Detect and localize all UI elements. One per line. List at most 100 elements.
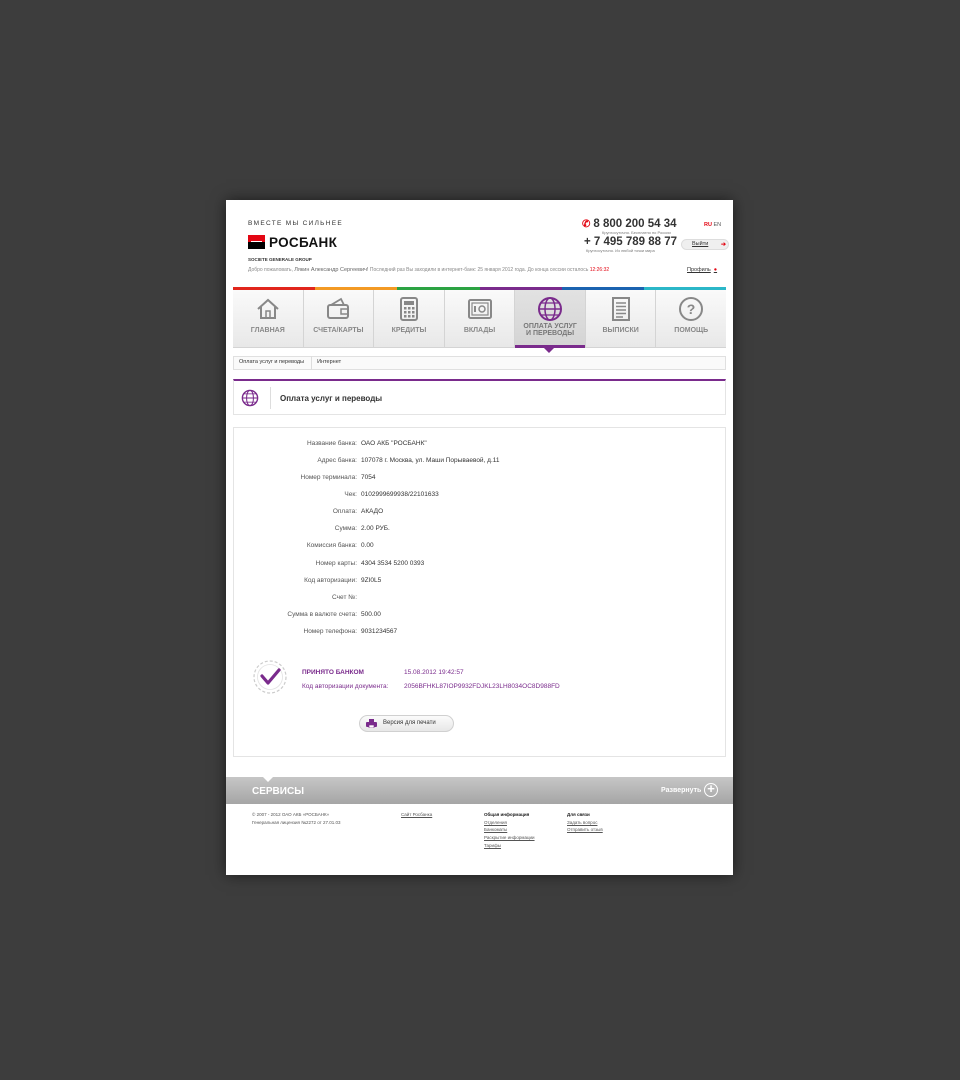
receipt-label: Код авторизации:: [304, 577, 357, 584]
profile-arrow-icon: ●: [713, 267, 718, 273]
footer-contact-title: Для связи: [567, 812, 590, 817]
session-timer: 12:26:32: [589, 267, 610, 273]
receipt-value: 9031234567: [361, 628, 398, 635]
lang-en[interactable]: EN: [713, 222, 721, 228]
document-icon: [611, 297, 630, 321]
nav-label-payments: ОПЛАТА УСЛУГ И ПЕРЕВОДЫ: [523, 323, 577, 337]
receipt-value: 9ZI0L5: [361, 577, 382, 584]
nav-label-home: ГЛАВНАЯ: [250, 327, 285, 334]
phone-world-note: Круглосуточно. Из любой точки мира: [586, 248, 655, 253]
group-name: SOCIETE GENERALE GROUP: [248, 257, 312, 262]
nav-label-deposits: ВКЛАДЫ: [463, 327, 496, 334]
help-icon: ?: [679, 297, 704, 321]
nav-label-help: ПОМОЩЬ: [674, 327, 709, 334]
receipt-label: Комиссия банка:: [306, 542, 357, 549]
home-icon: [257, 298, 279, 319]
calculator-icon: [399, 297, 418, 321]
receipt-label: Номер карты:: [315, 560, 357, 567]
logout-label: Выйти: [692, 241, 709, 247]
services-bar: СЕРВИСЫ Развернуть +: [226, 776, 733, 804]
accepted-label: ПРИНЯТО БАНКОМ: [302, 669, 364, 676]
active-tab-arrow: [543, 347, 555, 353]
safe-icon: [467, 299, 492, 319]
receipt-label: Номер терминала:: [300, 474, 357, 481]
nav-item-help[interactable]: ? ПОМОЩЬ: [656, 290, 726, 347]
receipt-value: 2.00 РУБ.: [361, 525, 390, 532]
receipt-label: Счет №:: [332, 594, 357, 601]
language-switch: RU EN: [704, 222, 721, 228]
footer-link-branches[interactable]: Отделения: [484, 820, 507, 825]
footer-link-tariffs[interactable]: Тарифы: [484, 843, 501, 848]
print-version-button[interactable]: Версия для печати: [359, 715, 454, 732]
receipt-label: Сумма:: [334, 525, 357, 532]
footer-link-disclosure[interactable]: Раскрытие информации: [484, 835, 535, 840]
print-label: Версия для печати: [383, 720, 436, 726]
footer-link-atms[interactable]: Банкоматы: [484, 827, 507, 832]
section-header: Оплата услуг и переводы: [233, 379, 726, 415]
section-title: Оплата услуг и переводы: [280, 394, 383, 403]
welcome-line: Добро пожаловать, Лякин Александр Сергее…: [248, 267, 609, 273]
profile-link[interactable]: Профиль ●: [687, 267, 717, 273]
logout-button[interactable]: Выйти ➔: [681, 239, 729, 250]
nav-item-payments[interactable]: ОПЛАТА УСЛУГ И ПЕРЕВОДЫ: [515, 290, 586, 348]
receipt-label: Номер телефона:: [303, 628, 358, 635]
footer-link-ask[interactable]: Задать вопрос: [567, 820, 597, 825]
wallet-icon: [327, 297, 350, 319]
doc-code-label: Код авторизации документа:: [302, 683, 389, 690]
phone-world: + 7 495 789 88 77: [584, 236, 678, 248]
receipt-value: АКАДО: [361, 508, 384, 515]
receipt-value: ОАО АКБ "РОСБАНК": [361, 440, 427, 447]
nav-label-statements: ВЫПИСКИ: [602, 327, 639, 334]
receipt-row: Сумма: 2.00 РУБ.: [234, 525, 727, 537]
footer-site-link[interactable]: Сайт Росбанка: [401, 812, 432, 817]
svg-text:?: ?: [687, 301, 696, 317]
nav-label-credits: КРЕДИТЫ: [391, 327, 427, 334]
receipt-panel: Название банка: ОАО АКБ "РОСБАНК" Адрес б…: [233, 427, 726, 757]
nav-item-statements[interactable]: ВЫПИСКИ: [586, 290, 657, 347]
receipt-row: Номер карты: 4304 3534 5200 0393: [234, 560, 727, 572]
nav-label-accounts: СЧЕТА/КАРТЫ: [313, 327, 364, 334]
bank-page: ВМЕСТЕ МЫ СИЛЬНЕЕ РОСБАНК SOCIETE GENERA…: [226, 200, 733, 875]
receipt-value: 0102999699938/22101633: [361, 491, 439, 498]
receipt-row: Адрес банка: 107078 г. Москва, ул. Маши П…: [234, 457, 727, 469]
receipt-row: Код авторизации: 9ZI0L5: [234, 577, 727, 589]
expand-link[interactable]: Развернуть: [661, 787, 701, 794]
receipt-row: Оплата: АКАДО: [234, 508, 727, 520]
services-title: СЕРВИСЫ: [252, 786, 304, 797]
slogan: ВМЕСТЕ МЫ СИЛЬНЕЕ: [248, 220, 344, 227]
copyright: © 2007 - 2012 ОАО АКБ «РОСБАНК»: [252, 812, 330, 817]
license: Генеральная лицензия №2272 от 27.01.03: [252, 820, 341, 825]
footer-link-feedback[interactable]: Отправить отзыв: [567, 827, 603, 832]
nav-item-home[interactable]: ГЛАВНАЯ: [233, 290, 304, 347]
receipt-row: Чек: 0102999699938/22101633: [234, 491, 727, 503]
last-login: Последний раз Вы заходили в интернет-бан…: [369, 267, 527, 273]
receipt-row: Сумма в валюте счета: 500.00: [234, 611, 727, 623]
receipt-label: Адрес банка:: [317, 457, 357, 464]
receipt-row: Название банка: ОАО АКБ "РОСБАНК": [234, 440, 727, 452]
nav-item-credits[interactable]: КРЕДИТЫ: [374, 290, 445, 347]
receipt-row: Номер терминала: 7054: [234, 474, 727, 486]
receipt-value: 107078 г. Москва, ул. Маши Порываевой, д…: [361, 457, 500, 464]
nav-item-accounts[interactable]: СЧЕТА/КАРТЫ: [304, 290, 375, 347]
checkmark-stamp-icon: [253, 660, 287, 694]
globe-icon: [241, 389, 259, 407]
main-nav: ГЛАВНАЯ СЧЕТА/КАРТЫ КРЕДИТЫ ВКЛАДЫ ОПЛАТ…: [233, 290, 726, 348]
breadcrumb-internet: Интернет: [317, 359, 342, 365]
breadcrumb-payments[interactable]: Оплата услуг и переводы: [234, 356, 313, 370]
nav-item-deposits[interactable]: ВКЛАДЫ: [445, 290, 516, 347]
plus-icon[interactable]: +: [704, 782, 718, 797]
logo-text: РОСБАНК: [269, 235, 338, 250]
lang-ru[interactable]: RU: [704, 222, 712, 228]
globe-icon: [538, 297, 563, 321]
phone-icon: ✆: [582, 219, 591, 230]
receipt-row: Счет №:: [234, 594, 727, 606]
session-label: До конца сессии осталось: [527, 267, 589, 273]
arrow-right-icon: ➔: [720, 242, 726, 248]
accepted-date: 15.08.2012 19:42:57: [404, 669, 464, 676]
logo-mark-icon: [248, 235, 265, 249]
doc-code: 2056BFHKL87IOP9932FDJKL23LH8034OC8D988FD: [404, 683, 560, 690]
breadcrumb: Оплата услуг и переводы Интернет: [233, 356, 726, 370]
receipt-label: Оплата:: [332, 508, 357, 515]
receipt-label: Название банка:: [306, 440, 357, 447]
phone-russia-note: Круглосуточно. Бесплатно по России: [602, 230, 671, 235]
